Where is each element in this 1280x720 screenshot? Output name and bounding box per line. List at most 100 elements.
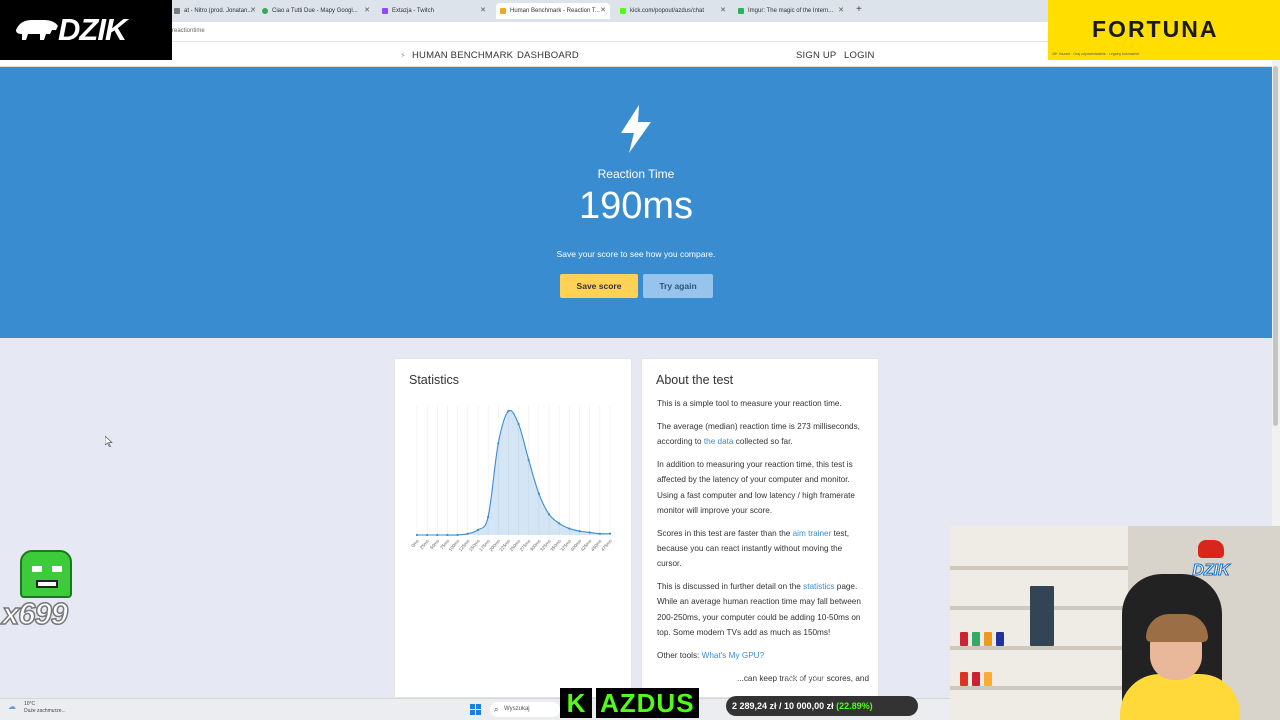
fortuna-sponsor-overlay: FORTUNA 18+ Hazard · Graj odpowiedzialni… bbox=[1048, 0, 1280, 60]
browser-tab-active[interactable]: Human Benchmark - Reaction T... ✕ bbox=[496, 3, 610, 19]
close-tab-icon[interactable]: ✕ bbox=[480, 3, 486, 19]
chart-point bbox=[426, 533, 429, 537]
chart-point bbox=[497, 442, 500, 445]
fortuna-logo-text: FORTUNA bbox=[1092, 16, 1219, 42]
weather-temp: 10°C bbox=[24, 701, 36, 707]
about-paragraph: ...can keep track of your scores, and bbox=[737, 673, 869, 683]
bolt-small-icon: ⚡ bbox=[400, 51, 406, 60]
streamer-hair bbox=[1146, 614, 1208, 642]
about-body: This is a simple tool to measure your re… bbox=[657, 396, 869, 694]
chart-area-fill bbox=[417, 410, 610, 536]
new-tab-icon[interactable]: + bbox=[856, 4, 862, 15]
close-tab-icon[interactable]: ✕ bbox=[720, 3, 726, 19]
tab-title: Ciao a Tutti Due - Mapy Googl... bbox=[272, 8, 358, 14]
chart-point bbox=[558, 522, 561, 525]
chart-x-tick-label: 50ms bbox=[429, 538, 441, 550]
twitch-icon bbox=[382, 8, 388, 14]
whats-my-gpu-link[interactable]: What's My GPU? bbox=[702, 651, 765, 660]
streamer-body bbox=[1120, 674, 1240, 720]
webcam-dzik-logo: DZIK bbox=[1182, 540, 1240, 580]
tab-title: kick.com/popout/azdus/chat bbox=[630, 8, 705, 14]
nav-dashboard[interactable]: DASHBOARD bbox=[517, 50, 579, 61]
balance-goal-overlay: 2 289,24 zł / 10 000,00 zł (22.89%) bbox=[726, 696, 918, 716]
tab-title: at - Nitro (prod. Jonatan... bbox=[184, 8, 253, 14]
chart-point bbox=[476, 528, 480, 531]
chart-point bbox=[436, 533, 439, 537]
browser-tab[interactable]: Ciao a Tutti Due - Mapy Googl... ✕ bbox=[258, 3, 370, 19]
chart-point bbox=[578, 530, 581, 533]
test-title: Reaction Time bbox=[597, 167, 675, 181]
cloud-icon: ☁ bbox=[8, 702, 16, 711]
browser-tab[interactable]: Extazja - Twitch ✕ bbox=[378, 3, 490, 19]
lightning-bolt-icon bbox=[621, 105, 651, 153]
chart-point bbox=[487, 515, 490, 519]
background-shelf bbox=[950, 526, 1128, 720]
weather-widget[interactable]: ☁ 10°C Duże zachmurze... bbox=[8, 701, 66, 715]
about-title: About the test bbox=[656, 373, 734, 387]
reaction-distribution-chart: 0ms 25ms 50ms 75ms100ms125ms150ms175ms200ms… bbox=[410, 406, 613, 552]
url-text[interactable]: reactiontime bbox=[172, 28, 205, 34]
mouse-cursor-icon bbox=[105, 436, 113, 447]
close-tab-icon[interactable]: ✕ bbox=[838, 3, 844, 19]
about-paragraph: In addition to measuring your reaction t… bbox=[657, 460, 855, 515]
maps-icon bbox=[262, 8, 268, 14]
close-tab-icon[interactable]: ✕ bbox=[364, 3, 370, 19]
chart-point bbox=[547, 513, 551, 516]
weather-desc: Duże zachmurze... bbox=[24, 708, 66, 714]
dzik-logo-text: DZIK bbox=[58, 12, 127, 47]
about-paragraph: This is a simple tool to measure your re… bbox=[657, 399, 842, 408]
kick-logo: K bbox=[560, 688, 592, 718]
taskbar-search[interactable]: ⌕ Wyszukaj bbox=[490, 702, 560, 717]
browser-tab[interactable]: kick.com/popout/azdus/chat ✕ bbox=[616, 3, 730, 19]
kick-icon bbox=[620, 8, 626, 14]
search-placeholder: Wyszukaj bbox=[504, 706, 530, 712]
windows-start-icon[interactable] bbox=[470, 704, 481, 715]
aim-trainer-link[interactable]: aim trainer bbox=[793, 529, 832, 538]
chart-point bbox=[415, 533, 419, 537]
chart-point bbox=[537, 492, 540, 495]
watermark: na KRRIT bbox=[786, 674, 826, 684]
human-benchmark-icon bbox=[500, 8, 506, 14]
about-paragraph: This is discussed in further detail on t… bbox=[657, 582, 861, 637]
boar-icon bbox=[16, 20, 58, 40]
angry-emote-icon bbox=[20, 550, 72, 598]
the-data-link[interactable]: the data bbox=[704, 437, 734, 446]
browser-tab[interactable]: Imgur: The magic of the Intern... ✕ bbox=[734, 3, 848, 19]
tab-title: Human Benchmark - Reaction T... bbox=[510, 8, 600, 14]
chart-point bbox=[507, 410, 510, 413]
webcam-feed: DZIK bbox=[950, 526, 1280, 720]
about-card: About the test This is a simple tool to … bbox=[641, 358, 879, 698]
tab-favicon-icon bbox=[174, 8, 180, 14]
close-tab-icon[interactable]: ✕ bbox=[250, 3, 256, 19]
reaction-score: 190ms bbox=[578, 185, 694, 227]
try-again-button[interactable]: Try again bbox=[643, 274, 713, 298]
scrollbar-thumb[interactable] bbox=[1273, 66, 1278, 426]
chart-point bbox=[517, 422, 520, 426]
save-prompt: Save your score to see how you compare. bbox=[556, 249, 716, 259]
about-paragraph: Other tools: What's My GPU? bbox=[657, 650, 765, 660]
chart-point bbox=[608, 532, 612, 535]
chart-point bbox=[588, 531, 591, 534]
statistics-link[interactable]: statistics bbox=[803, 582, 834, 591]
about-paragraph: The average (median) reaction time is 27… bbox=[657, 422, 860, 447]
fortuna-disclaimer: 18+ Hazard · Graj odpowiedzialnie · Lega… bbox=[1052, 52, 1140, 56]
tab-title: Imgur: The magic of the Intern... bbox=[748, 8, 834, 14]
dzik-sponsor-overlay: DZIK bbox=[0, 0, 172, 60]
chart-point bbox=[598, 532, 601, 535]
nav-brand[interactable]: HUMAN BENCHMARK bbox=[412, 50, 513, 61]
chart-point bbox=[446, 533, 449, 537]
nav-signup[interactable]: SIGN UP bbox=[796, 50, 836, 61]
result-panel[interactable]: Reaction Time 190ms Save your score to s… bbox=[0, 67, 1272, 338]
balance-percent: (22.89%) bbox=[836, 701, 873, 711]
search-icon: ⌕ bbox=[494, 705, 499, 714]
nav-login[interactable]: LOGIN bbox=[844, 50, 875, 61]
chart-point bbox=[527, 459, 530, 462]
emote-count: x699 bbox=[1, 595, 68, 632]
chart-point bbox=[466, 532, 469, 535]
close-tab-icon[interactable]: ✕ bbox=[600, 3, 606, 19]
browser-tab[interactable]: at - Nitro (prod. Jonatan... ✕ bbox=[170, 3, 256, 19]
red-boar-icon bbox=[1198, 540, 1224, 558]
kick-channel-overlay: K AZDUS bbox=[560, 688, 718, 720]
save-score-button[interactable]: Save score bbox=[560, 274, 638, 298]
chart-point bbox=[568, 527, 571, 530]
